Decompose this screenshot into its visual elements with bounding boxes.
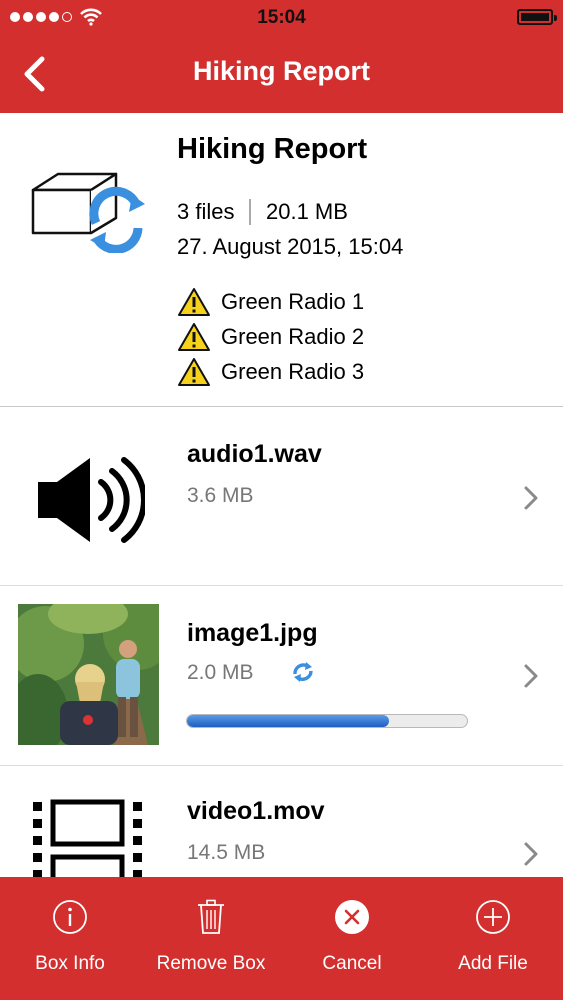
bottom-toolbar: Box Info Remove Box Cancel Add File [0, 877, 563, 1000]
warning-text: Green Radio 2 [221, 323, 365, 349]
warning-item: Green Radio 3 [177, 354, 364, 389]
file-name: audio1.wav [187, 440, 322, 468]
warning-text: Green Radio 3 [221, 358, 365, 384]
plus-circle-icon [476, 900, 510, 934]
status-time: 15:04 [257, 7, 306, 28]
sync-icon [293, 662, 313, 682]
box-date: 27. August 2015, 15:04 [177, 234, 404, 259]
chevron-right-icon [524, 842, 538, 866]
warning-item: Green Radio 2 [177, 319, 364, 354]
files-count: 3 files [177, 199, 235, 224]
info-icon [53, 900, 87, 934]
nav-title: Hiking Report [192, 56, 370, 86]
warning-item: Green Radio 1 [177, 284, 364, 319]
total-size: 20.1 MB [265, 199, 348, 224]
battery-icon [517, 9, 557, 25]
box-sync-icon [31, 172, 145, 253]
file-size: 2.0 MB [187, 661, 254, 684]
chevron-right-icon [524, 486, 538, 510]
warning-list: Green Radio 1 Green Radio 2 Green Radio … [177, 284, 364, 389]
warning-icon [178, 357, 210, 386]
warning-text: Green Radio 1 [221, 288, 365, 314]
file-size: 14.5 MB [187, 841, 266, 864]
remove-box-button[interactable]: Remove Box [146, 877, 276, 1000]
chevron-right-icon [524, 664, 538, 688]
file-name: video1.mov [187, 797, 325, 825]
warning-icon [178, 322, 210, 351]
box-info-button[interactable]: Box Info [10, 877, 130, 1000]
add-file-button[interactable]: Add File [443, 877, 543, 1000]
trash-icon [198, 899, 224, 934]
progress-fill [187, 715, 389, 727]
divider [249, 199, 251, 225]
status-bar: 15:04 [0, 0, 563, 38]
file-size: 3.6 MB [187, 484, 254, 507]
close-circle-icon [335, 900, 369, 934]
box-meta: 3 files 20.1 MB [177, 199, 348, 225]
file-name: image1.jpg [187, 619, 318, 647]
file-row-audio[interactable]: audio1.wav 3.6 MB [0, 407, 563, 586]
cancel-label: Cancel [322, 953, 382, 974]
image-thumbnail [18, 604, 159, 745]
cancel-button[interactable]: Cancel [302, 877, 402, 1000]
box-title: Hiking Report [177, 133, 368, 165]
navigation-bar: 15:04 Hiking Report [0, 0, 563, 113]
file-row-image[interactable]: image1.jpg 2.0 MB [0, 586, 563, 766]
add-file-label: Add File [458, 953, 528, 974]
warning-icon [178, 287, 210, 316]
box-summary: Hiking Report 3 files 20.1 MB 27. August… [0, 113, 563, 408]
film-icon [33, 799, 142, 889]
file-row-video[interactable]: video1.mov 14.5 MB [0, 766, 563, 889]
speaker-icon [38, 457, 145, 543]
remove-box-label: Remove Box [156, 953, 266, 974]
box-info-label: Box Info [35, 953, 105, 974]
upload-progress-bar [186, 714, 468, 728]
